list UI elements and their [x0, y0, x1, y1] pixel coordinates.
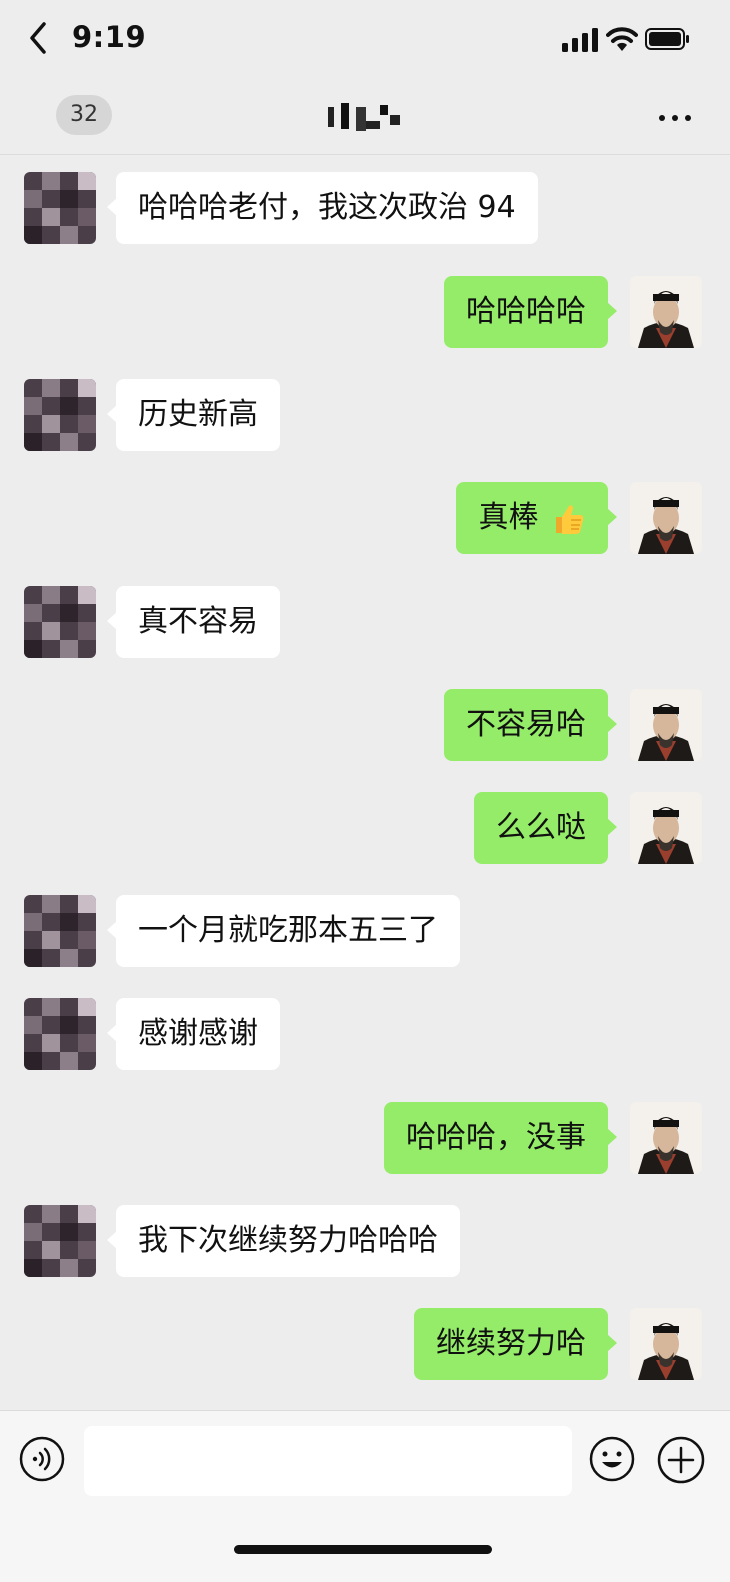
contact-avatar-pixelated[interactable]	[24, 172, 96, 244]
incoming-message-bubble[interactable]: 哈哈哈老付，我这次政治 94	[107, 172, 538, 244]
unread-count-badge[interactable]: 32	[56, 95, 112, 135]
contact-avatar-pixelated[interactable]	[24, 586, 96, 658]
thumbs-up-icon	[556, 504, 584, 534]
contact-avatar-pixelated[interactable]	[24, 1205, 96, 1277]
incoming-message-bubble[interactable]: 一个月就吃那本五三了	[107, 895, 460, 967]
outgoing-message-bubble[interactable]: 哈哈哈哈	[444, 276, 617, 348]
battery-icon	[645, 28, 689, 50]
plus-icon[interactable]	[656, 1435, 706, 1485]
signal-icon	[562, 28, 598, 52]
incoming-message-bubble[interactable]: 真不容易	[107, 586, 280, 658]
outgoing-message-bubble[interactable]: 哈哈哈，没事	[384, 1102, 617, 1174]
contact-avatar-pixelated[interactable]	[24, 998, 96, 1070]
more-dots-icon[interactable]	[650, 100, 700, 136]
message-text: 真棒	[478, 500, 539, 535]
wifi-icon	[606, 27, 638, 51]
home-indicator[interactable]	[234, 1545, 492, 1554]
incoming-message-bubble[interactable]: 历史新高	[107, 379, 280, 451]
incoming-message-bubble[interactable]: 我下次继续努力哈哈哈	[107, 1205, 460, 1277]
user-avatar[interactable]	[630, 482, 702, 554]
emoji-icon[interactable]	[588, 1435, 636, 1483]
message-input[interactable]	[84, 1426, 572, 1496]
contact-avatar-pixelated[interactable]	[24, 895, 96, 967]
user-avatar[interactable]	[630, 1102, 702, 1174]
chevron-left-icon[interactable]	[22, 18, 76, 58]
incoming-message-bubble[interactable]: 感谢感谢	[107, 998, 280, 1070]
user-avatar[interactable]	[630, 792, 702, 864]
contact-avatar-pixelated[interactable]	[24, 379, 96, 451]
status-bar: 9:19	[0, 0, 730, 80]
outgoing-message-bubble[interactable]: 继续努力哈	[414, 1308, 617, 1380]
outgoing-message-bubble[interactable]: 真棒	[456, 482, 617, 554]
user-avatar[interactable]	[630, 1308, 702, 1380]
outgoing-message-bubble[interactable]: 么么哒	[474, 792, 617, 864]
user-avatar[interactable]	[630, 689, 702, 761]
contact-name-redacted	[328, 103, 400, 131]
outgoing-message-bubble[interactable]: 不容易哈	[444, 689, 617, 761]
user-avatar[interactable]	[630, 276, 702, 348]
voice-icon[interactable]	[18, 1435, 66, 1483]
status-time: 9:19	[72, 20, 147, 54]
